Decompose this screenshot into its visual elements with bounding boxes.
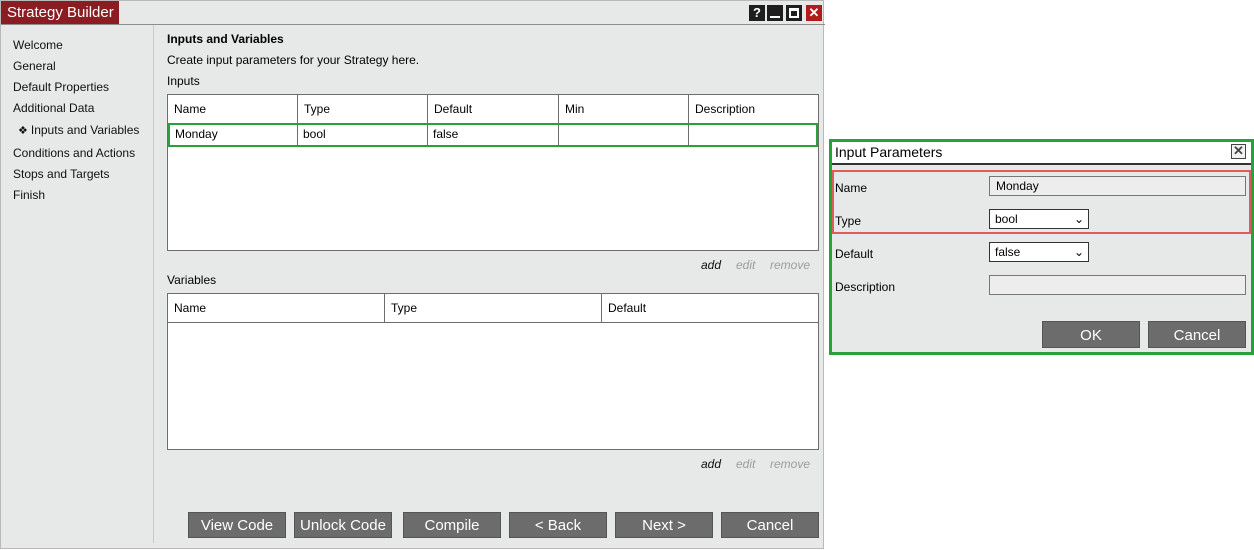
sidebar-item-additional-data[interactable]: Additional Data	[13, 101, 94, 115]
description-field[interactable]	[989, 275, 1246, 295]
table-header: Name Type Default	[168, 294, 818, 323]
sidebar-item-inputs-and-variables[interactable]: ❖ Inputs and Variables	[18, 123, 139, 137]
cell-name: Monday	[170, 125, 298, 145]
column-header-min[interactable]: Min	[559, 95, 689, 123]
variables-remove-link[interactable]: remove	[770, 457, 810, 471]
sidebar-item-label: Inputs and Variables	[30, 123, 140, 137]
default-select-value: false	[995, 245, 1021, 259]
column-header-type[interactable]: Type	[298, 95, 428, 123]
help-button[interactable]: ?	[749, 5, 765, 21]
view-code-button[interactable]: View Code	[188, 512, 286, 538]
cell-description	[689, 125, 816, 145]
dialog-titlebar: Input Parameters ✕	[832, 142, 1251, 165]
compile-button[interactable]: Compile	[403, 512, 501, 538]
variables-add-link[interactable]: add	[701, 457, 721, 471]
sidebar-item-welcome[interactable]: Welcome	[13, 38, 63, 52]
default-select[interactable]: false ⌄	[989, 242, 1089, 262]
dialog-close-icon[interactable]: ✕	[1231, 144, 1246, 159]
dialog-cancel-button[interactable]: Cancel	[1148, 321, 1246, 348]
page-description: Create input parameters for your Strateg…	[167, 53, 420, 67]
next-button[interactable]: Next >	[615, 512, 713, 538]
variables-edit-link[interactable]: edit	[736, 457, 755, 471]
maximize-icon	[789, 8, 799, 18]
strategy-builder-window: Strategy Builder ? ✕ Welcome General Def…	[0, 0, 825, 549]
minimize-icon	[770, 16, 780, 18]
variables-label: Variables	[167, 273, 217, 287]
minimize-button[interactable]	[767, 5, 783, 21]
window-title: Strategy Builder	[1, 1, 119, 25]
type-label: Type	[835, 214, 862, 228]
type-select[interactable]: bool ⌄	[989, 209, 1089, 229]
column-header-default[interactable]: Default	[428, 95, 559, 123]
name-label: Name	[835, 181, 868, 195]
variables-table: Name Type Default	[167, 293, 819, 450]
sidebar-item-general[interactable]: General	[13, 59, 56, 73]
type-select-value: bool	[995, 212, 1018, 226]
default-label: Default	[835, 247, 874, 261]
unlock-code-button[interactable]: Unlock Code	[294, 512, 392, 538]
sidebar-item-default-properties[interactable]: Default Properties	[13, 80, 109, 94]
ok-button[interactable]: OK	[1042, 321, 1140, 348]
cell-min	[559, 125, 689, 145]
table-row[interactable]: Monday bool false	[168, 123, 818, 147]
inputs-table: Name Type Default Min Description Monday…	[167, 94, 819, 251]
maximize-button[interactable]	[786, 5, 802, 21]
cell-type: bool	[298, 125, 428, 145]
sidebar-item-stops-and-targets[interactable]: Stops and Targets	[13, 167, 110, 181]
inputs-add-link[interactable]: add	[701, 258, 721, 272]
sidebar-item-finish[interactable]: Finish	[13, 188, 45, 202]
cancel-button[interactable]: Cancel	[721, 512, 819, 538]
inputs-remove-link[interactable]: remove	[770, 258, 810, 272]
chevron-down-icon: ⌄	[1073, 245, 1084, 259]
sidebar-item-conditions-and-actions[interactable]: Conditions and Actions	[13, 146, 135, 160]
back-button[interactable]: < Back	[509, 512, 607, 538]
page-title: Inputs and Variables	[167, 32, 284, 46]
inputs-label: Inputs	[167, 74, 200, 88]
close-button[interactable]: ✕	[806, 5, 822, 21]
table-header: Name Type Default Min Description	[168, 95, 818, 124]
column-header-name[interactable]: Name	[168, 95, 298, 123]
chevron-down-icon: ⌄	[1073, 212, 1084, 226]
column-header-default[interactable]: Default	[602, 294, 818, 322]
cell-default: false	[428, 125, 559, 145]
inputs-edit-link[interactable]: edit	[736, 258, 755, 272]
column-header-description[interactable]: Description	[689, 95, 818, 123]
input-parameters-dialog: Input Parameters ✕ Name Monday Type bool…	[829, 139, 1254, 355]
name-field[interactable]: Monday	[989, 176, 1246, 196]
current-step-icon: ❖	[18, 125, 28, 137]
wizard-sidebar: Welcome General Default Properties Addit…	[1, 25, 154, 543]
column-header-type[interactable]: Type	[385, 294, 602, 322]
column-header-name[interactable]: Name	[168, 294, 385, 322]
dialog-title: Input Parameters	[835, 144, 943, 160]
description-label: Description	[835, 280, 896, 294]
